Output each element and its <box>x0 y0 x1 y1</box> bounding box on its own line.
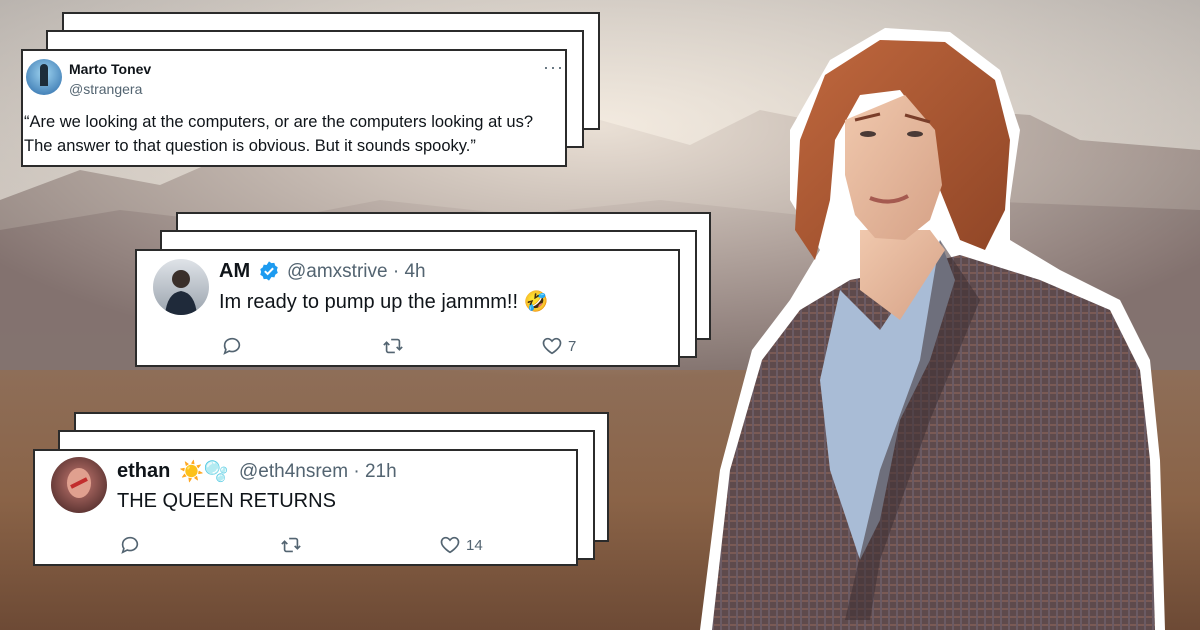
like-count: 14 <box>466 536 483 554</box>
tweet-stack-3: ethan ☀️🫧 @eth4nsrem · 21h THE QUEEN RET… <box>0 0 620 580</box>
reply-icon <box>121 536 139 554</box>
like-button[interactable]: 14 <box>439 534 483 556</box>
handle-and-time[interactable]: @eth4nsrem · 21h <box>239 461 397 483</box>
display-name[interactable]: ethan <box>117 460 170 483</box>
avatar-face-icon <box>67 468 91 498</box>
like-icon <box>440 536 460 554</box>
name-emoji: ☀️🫧 <box>179 461 229 483</box>
retweet-icon <box>281 537 301 553</box>
avatar[interactable] <box>51 457 107 513</box>
retweet-button[interactable] <box>279 534 303 556</box>
tweet-card-ethan[interactable]: ethan ☀️🫧 @eth4nsrem · 21h THE QUEEN RET… <box>33 449 578 566</box>
tweet-text: THE QUEEN RETURNS <box>117 490 336 512</box>
reply-button[interactable] <box>119 534 141 556</box>
